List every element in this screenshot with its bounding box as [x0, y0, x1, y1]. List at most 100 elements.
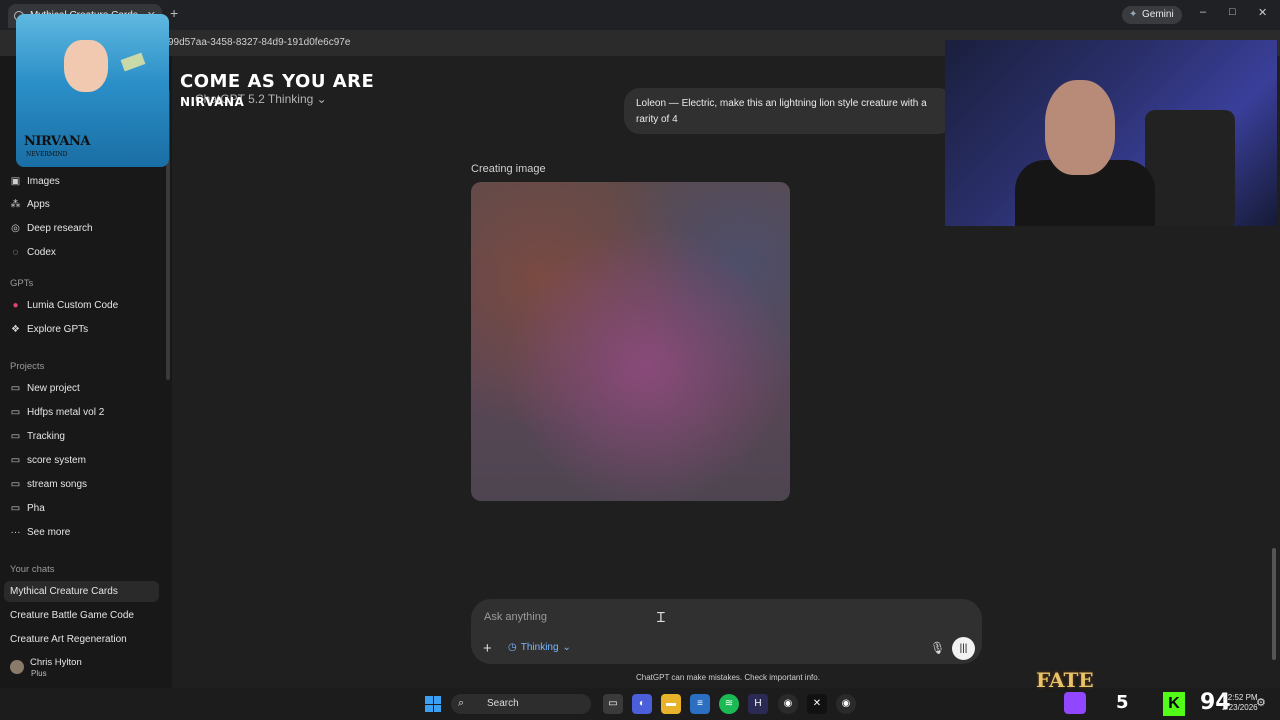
webcam-feed	[945, 40, 1277, 226]
gpts-heading: GPTs	[10, 278, 34, 289]
creating-image-label: Creating image	[471, 163, 546, 175]
sidebar-item-label: Deep research	[27, 222, 93, 234]
sidebar-item-label: New project	[27, 382, 80, 394]
close-window-button[interactable]: ✕	[1258, 6, 1267, 19]
clock-time: 12:52 PM	[1223, 693, 1258, 702]
chat-item[interactable]: Creature Art Regeneration	[10, 634, 127, 645]
album-dollar-bill	[120, 52, 146, 72]
sidebar-item-project[interactable]: ▭ score system	[10, 452, 86, 468]
folder-icon: ▭	[10, 454, 21, 466]
chrome-icon[interactable]: ◉	[778, 694, 798, 714]
chevron-down-icon: ⌄	[562, 642, 571, 653]
url-text[interactable]: 99d57aa-3458-8327-84d9-191d0fe6c97e	[168, 37, 350, 48]
disclaimer: ChatGPT can make mistakes. Check importa…	[636, 673, 820, 682]
new-folder-icon: ▭	[10, 382, 21, 394]
taskbar-search-label: Search	[487, 698, 519, 709]
fate-logo: FATE	[1036, 668, 1094, 692]
spotify-icon[interactable]: ≋	[719, 694, 739, 714]
image-placeholder	[471, 182, 790, 501]
notification-icon[interactable]: ⚙	[1256, 696, 1266, 709]
sidebar-item-label: Hdfps metal vol 2	[27, 406, 105, 418]
twitch-icon	[1064, 692, 1086, 714]
sidebar-item-label: Pha	[27, 502, 45, 514]
album-art: NIRVANA NEVERMIND	[16, 14, 169, 167]
deep-research-icon: ◎	[11, 222, 20, 234]
system-clock[interactable]: 12:52 PM 2/23/2026	[1222, 693, 1258, 713]
hudfx-icon[interactable]: H	[748, 694, 768, 714]
main-scrollbar[interactable]	[1272, 548, 1276, 660]
sidebar-item-see-more[interactable]: ··· See more	[10, 524, 71, 540]
now-playing-artist: NIRVANA	[180, 95, 245, 109]
gemini-icon: ✦	[1129, 9, 1138, 20]
copilot-icon[interactable]: ◐	[632, 694, 652, 714]
chat-item[interactable]: Mythical Creature Cards	[10, 586, 118, 597]
x-app-icon[interactable]: ✕	[807, 694, 827, 714]
user-plan: Plus	[31, 669, 47, 678]
images-icon: ▣	[10, 175, 21, 187]
sidebar-item-label: score system	[27, 454, 86, 466]
browser-tab-bar	[0, 0, 1280, 30]
webcam-chair	[1145, 110, 1235, 226]
album-band-text: NIRVANA	[24, 134, 90, 149]
user-message: Loleon — Electric, make this an lightnin…	[624, 88, 954, 134]
sidebar-item-apps[interactable]: ⁂ Apps	[10, 196, 50, 212]
album-baby-figure	[64, 40, 108, 92]
task-view-icon[interactable]: ▭	[603, 694, 623, 714]
folder-icon: ▭	[10, 502, 21, 514]
microphone-button[interactable]: 🎙	[930, 641, 945, 655]
sidebar-item-label: Apps	[27, 198, 50, 210]
sidebar-item-project[interactable]: ▭ Hdfps metal vol 2	[10, 404, 105, 420]
sidebar-item-label: Tracking	[27, 430, 65, 442]
projects-heading: Projects	[10, 361, 45, 372]
chats-heading: Your chats	[10, 564, 55, 575]
text-cursor-icon: Ɪ	[657, 609, 665, 625]
clock-icon: ◷	[508, 642, 517, 653]
maximize-button[interactable]: □	[1229, 6, 1236, 18]
folder-icon: ▭	[10, 478, 21, 490]
more-icon: ···	[10, 526, 21, 538]
lumia-icon: ●	[12, 299, 19, 311]
gemini-label: Gemini	[1142, 9, 1174, 20]
explore-icon: ❖	[11, 323, 20, 335]
add-attachment-button[interactable]: +	[483, 640, 492, 657]
sidebar-item-project[interactable]: ▭ stream songs	[10, 476, 87, 492]
webcam-person-head	[1045, 80, 1115, 175]
sidebar-item-deep-research[interactable]: ◎ Deep research	[10, 220, 93, 236]
avatar[interactable]	[10, 660, 24, 674]
folder-icon: ▭	[10, 406, 21, 418]
now-playing-title: COME AS YOU ARE	[180, 71, 375, 92]
windows-start-icon[interactable]	[425, 696, 441, 712]
sidebar-item-label: Explore GPTs	[27, 323, 89, 335]
sidebar-item-label: Images	[27, 175, 60, 187]
search-icon: ⌕	[458, 697, 465, 709]
chat-item[interactable]: Creature Battle Game Code	[10, 610, 134, 621]
gemini-button[interactable]: ✦ Gemini	[1122, 6, 1182, 24]
voice-mode-button[interactable]: |||	[952, 637, 975, 660]
sidebar-item-lumia[interactable]: ● Lumia Custom Code	[10, 297, 118, 313]
minimize-button[interactable]: –	[1200, 6, 1206, 18]
chrome-active-icon[interactable]: ◉	[836, 694, 856, 714]
sidebar-item-codex[interactable]: ◌ Codex	[10, 244, 56, 260]
prompt-input[interactable]: Ask anything	[484, 611, 547, 623]
apps-icon: ⁂	[10, 198, 21, 210]
sidebar-item-images[interactable]: ▣ Images	[10, 173, 60, 189]
chevron-down-icon: ⌄	[316, 92, 327, 106]
user-name[interactable]: Chris Hylton	[30, 657, 82, 668]
new-tab-button[interactable]: +	[170, 5, 178, 21]
file-explorer-icon[interactable]: ▬	[661, 694, 681, 714]
composer[interactable]	[471, 599, 982, 664]
kick-icon: K	[1163, 692, 1185, 716]
thinking-mode-button[interactable]: ◷ Thinking ⌄	[508, 642, 571, 653]
sidebar-item-project[interactable]: ▭ Tracking	[10, 428, 65, 444]
sidebar-item-new-project[interactable]: ▭ New project	[10, 380, 80, 396]
sidebar-item-label: See more	[27, 526, 71, 538]
thinking-label: Thinking	[520, 642, 559, 653]
taskbar-search[interactable]: ⌕ Search	[451, 694, 591, 714]
sidebar-item-label: stream songs	[27, 478, 88, 490]
clock-date: 2/23/2026	[1222, 703, 1258, 712]
sidebar-item-project[interactable]: ▭ Pha	[10, 500, 45, 516]
sidebar-item-explore-gpts[interactable]: ❖ Explore GPTs	[10, 321, 88, 337]
sidebar-item-label: Codex	[27, 246, 56, 258]
codex-icon: ◌	[12, 246, 19, 258]
notepad-icon[interactable]: ≡	[690, 694, 710, 714]
